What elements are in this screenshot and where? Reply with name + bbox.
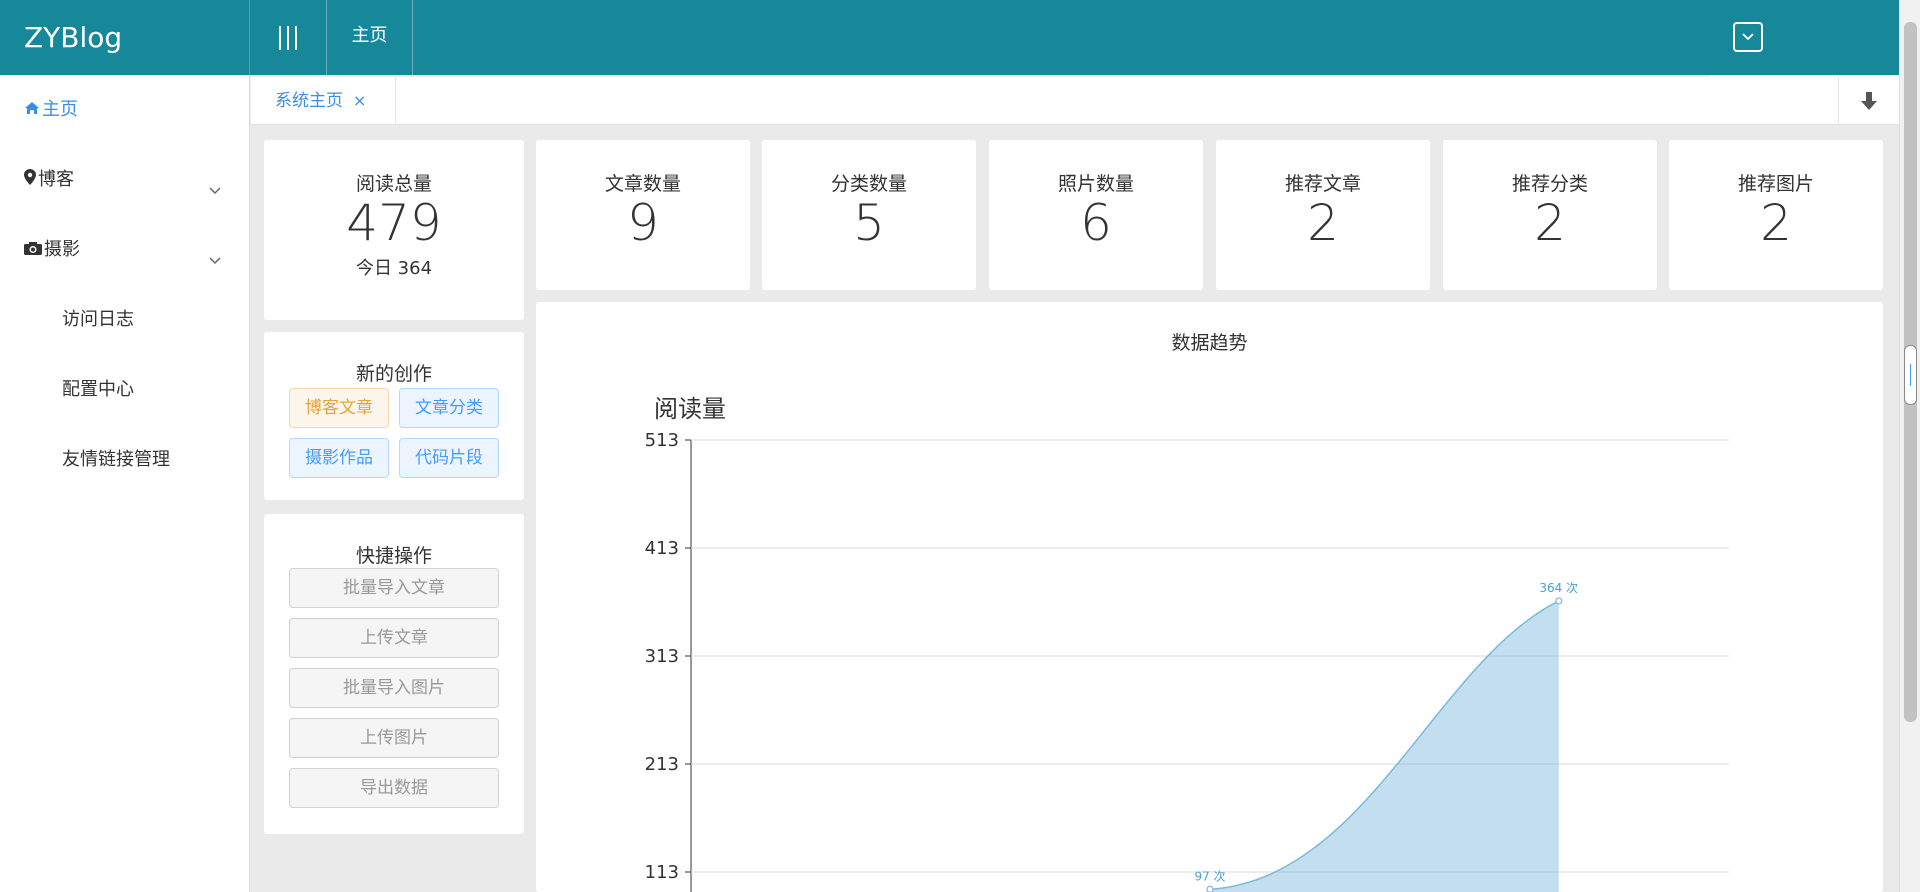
stat-value: 5 [853,194,885,252]
stat-label: 推荐分类 [1511,173,1588,195]
stat-value: 2 [1307,194,1339,252]
sidebar-item-label: 访问日志 [62,309,134,330]
y-tick-label: 213 [645,754,679,775]
trend-chart-card: 数据趋势 阅读量 513 413 313 213 113 97 次 364 次 [536,302,1883,892]
sidebar-item-config[interactable]: 配置中心 [0,370,250,410]
stat-label: 文章数量 [604,173,681,195]
create-blog-article-button[interactable]: 博客文章 [289,388,389,428]
stat-label: 照片数量 [1057,173,1134,195]
y-tick-label: 413 [645,538,679,559]
series-area [1205,600,1559,892]
quick-actions-card: 快捷操作 批量导入文章 上传文章 批量导入图片 上传图片 导出数据 [264,514,524,834]
camera-icon [24,230,42,270]
y-tick-label: 513 [645,430,679,451]
sidebar-item-links[interactable]: 友情链接管理 [0,440,250,480]
stat-label: 推荐图片 [1737,173,1814,195]
sidebar-item-label: 主页 [42,99,78,120]
quick-actions-title: 快捷操作 [355,545,432,567]
stat-label: 推荐文章 [1284,173,1361,195]
upload-image-button[interactable]: 上传图片 [289,718,499,758]
upload-article-button[interactable]: 上传文章 [289,618,499,658]
read-total-label: 阅读总量 [355,173,432,195]
trend-chart: 阅读量 513 413 313 213 113 97 次 364 次 [645,395,1729,892]
data-point [1555,597,1563,605]
sidebar-item-access-log[interactable]: 访问日志 [0,300,250,340]
sidebar-item-label: 摄影 [44,239,80,260]
stat-value: 2 [1534,194,1566,252]
tab-system-home[interactable]: 系统主页 × [251,77,396,125]
data-label: 364 次 [1539,581,1578,595]
chevron-down-icon [208,172,222,212]
brand-logo[interactable]: ZYBlog [0,0,250,75]
y-tick-label: 313 [645,646,679,667]
scroll-cursor-icon [1904,345,1917,405]
top-bar: ZYBlog 主页 [0,0,1899,75]
arrow-down-icon[interactable] [1838,77,1899,125]
sidebar-item-label: 友情链接管理 [62,449,170,470]
read-total-value: 479 [346,194,442,252]
chevron-box-icon[interactable] [1733,22,1763,52]
data-label: 97 次 [1194,869,1225,883]
tab-label: 系统主页 [275,91,343,111]
close-icon[interactable]: × [353,91,366,110]
top-tab-home[interactable]: 主页 [327,0,413,75]
stat-value: 2 [1760,194,1792,252]
export-data-button[interactable]: 导出数据 [289,768,499,808]
stat-value: 6 [1080,194,1112,252]
page-scrollbar[interactable] [1899,0,1920,892]
y-tick-label: 113 [645,862,679,883]
bulk-import-images-button[interactable]: 批量导入图片 [289,668,499,708]
sidebar-item-photography[interactable]: 摄影 [0,230,250,270]
sidebar-item-home[interactable]: 主页 [0,90,250,130]
stat-label: 分类数量 [830,173,907,195]
new-creation-title: 新的创作 [355,363,432,385]
stat-card-featured-articles: 推荐文章 2 [1216,140,1430,290]
sidebar-item-label: 博客 [38,169,74,190]
bulk-import-articles-button[interactable]: 批量导入文章 [289,568,499,608]
stat-card-articles: 文章数量 9 [536,140,750,290]
stat-card-featured-categories: 推荐分类 2 [1443,140,1657,290]
map-pin-icon [24,160,36,200]
stat-card-categories: 分类数量 5 [762,140,976,290]
y-axis-label: 阅读量 [654,395,726,423]
stat-value: 9 [627,194,659,252]
create-photo-work-button[interactable]: 摄影作品 [289,438,389,478]
create-article-category-button[interactable]: 文章分类 [399,388,499,428]
data-point [1206,885,1214,892]
read-total-card: 阅读总量 479 今日 364 [264,140,524,320]
stat-card-featured-photos: 推荐图片 2 [1669,140,1883,290]
sidebar: 主页 博客 摄影 访问日志 配置中心 友情链接管理 [0,75,250,892]
sidebar-item-label: 配置中心 [62,379,134,400]
chevron-down-icon [208,242,222,282]
new-creation-card: 新的创作 博客文章 文章分类 摄影作品 代码片段 [264,332,524,500]
sidebar-item-blog[interactable]: 博客 [0,160,250,200]
create-code-snippet-button[interactable]: 代码片段 [399,438,499,478]
tab-strip: 系统主页 × [251,77,1899,125]
menu-bars-icon [279,25,281,50]
stat-card-photos: 照片数量 6 [989,140,1203,290]
menu-toggle-button[interactable] [250,0,327,75]
read-today: 今日 364 [355,258,433,279]
home-icon [24,90,40,130]
